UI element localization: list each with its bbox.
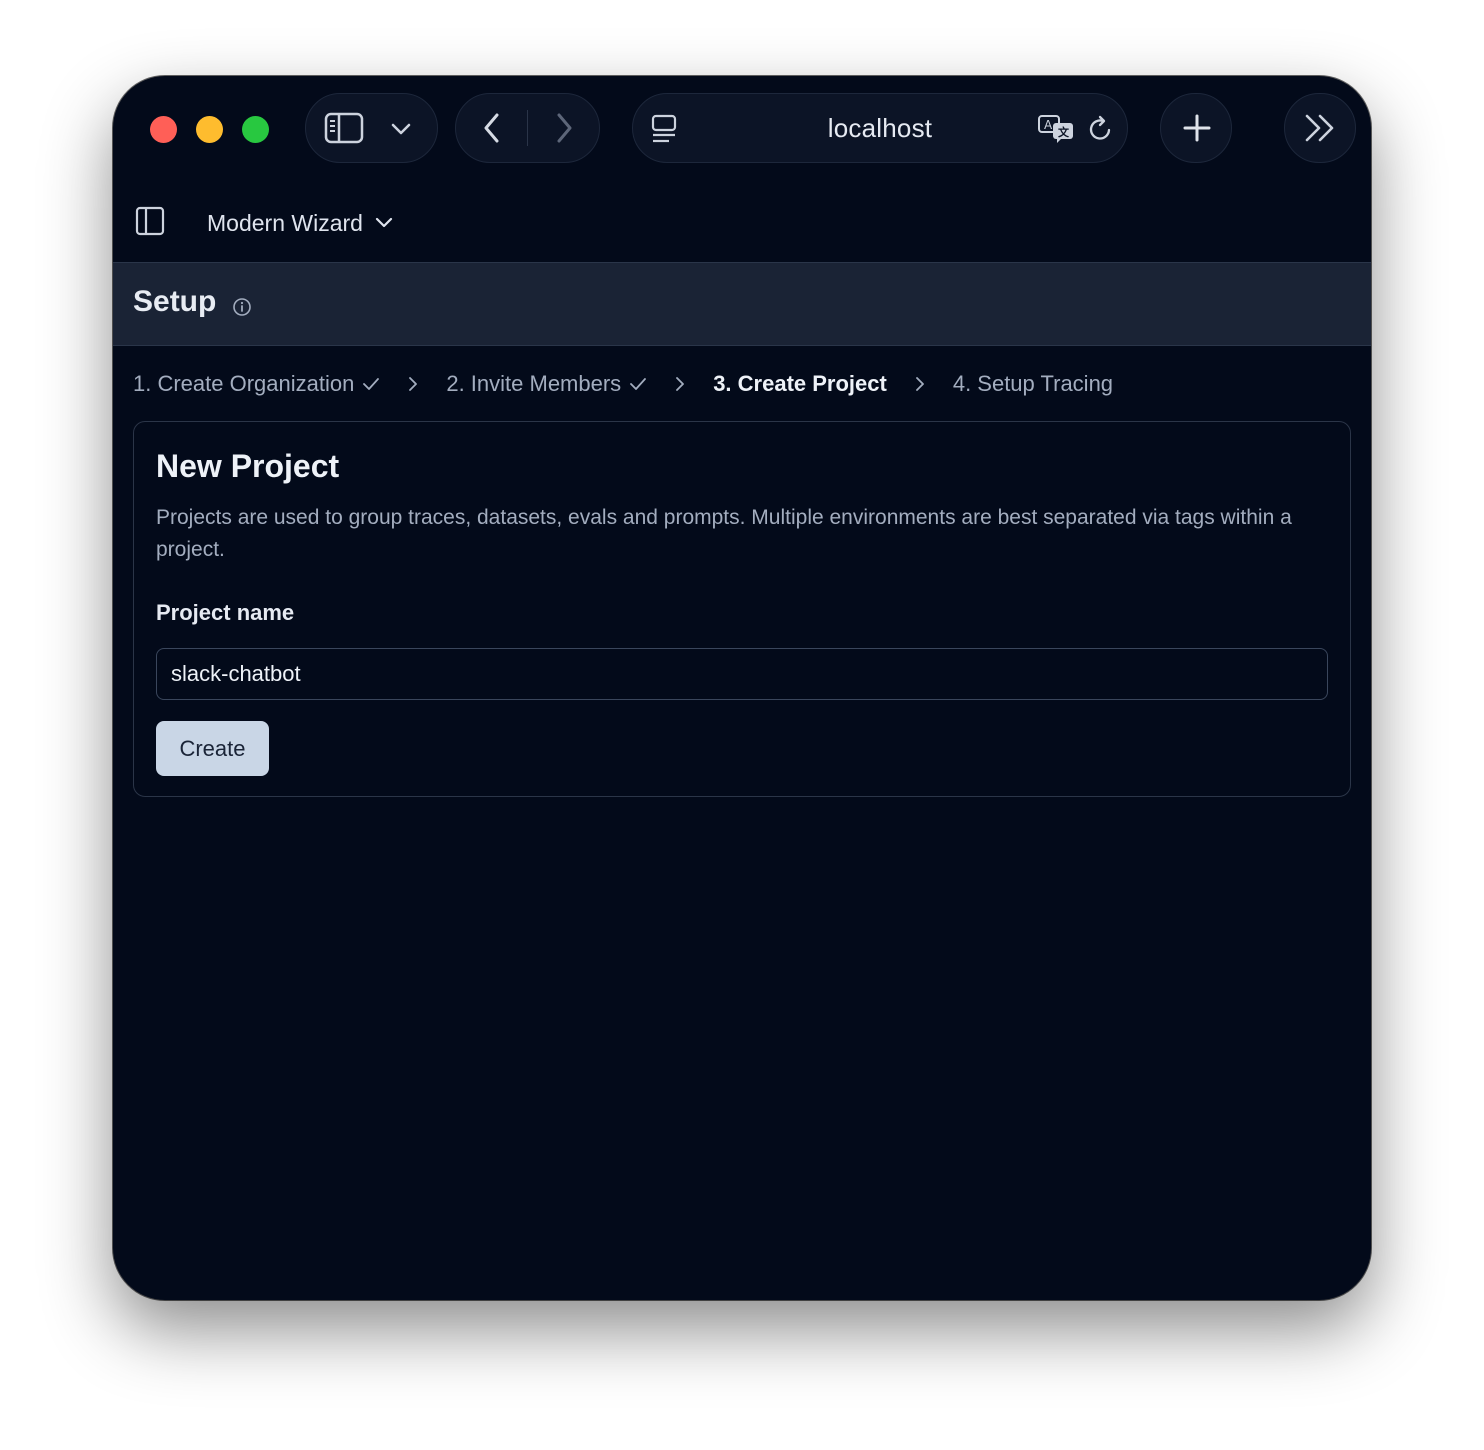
page-title: Setup [133, 285, 217, 318]
new-tab-icon-wrap [1179, 110, 1215, 146]
navigation-group [455, 93, 600, 163]
forward-icon [557, 113, 572, 143]
step-label: 1. Create Organization [133, 371, 355, 396]
step-create-organization[interactable]: 1. Create Organization [133, 371, 380, 397]
reload-icon [1089, 115, 1111, 140]
app-header: Modern Wizard [113, 186, 1371, 262]
reload-button[interactable] [1085, 112, 1117, 146]
zoom-window-button[interactable] [242, 116, 269, 143]
new-tab-button[interactable] [1160, 93, 1232, 163]
app-sidebar-toggle[interactable] [133, 204, 167, 238]
workspace-switcher[interactable]: Modern Wizard [207, 206, 393, 240]
step-create-project[interactable]: 3. Create Project [713, 371, 887, 397]
back-button[interactable] [474, 110, 510, 146]
step-label: 3. Create Project [713, 371, 887, 396]
back-icon [484, 113, 499, 143]
create-button[interactable]: Create [156, 721, 269, 776]
double-chevron-right-icon [1305, 114, 1334, 142]
chevron-down-icon [375, 217, 393, 228]
translate-icon: A 文 [1038, 115, 1073, 143]
step-setup-tracing[interactable]: 4. Setup Tracing [953, 371, 1113, 397]
browser-window: localhost A 文 Modern Wizard Setup 1. Cre… [113, 76, 1371, 1300]
svg-text:文: 文 [1058, 125, 1070, 139]
sidebar-icon [324, 112, 364, 144]
tab-groups-dropdown[interactable] [386, 114, 416, 144]
tab-overview-icon-wrap [1301, 110, 1341, 146]
project-name-label: Project name [156, 600, 295, 625]
workspace-name: Modern Wizard [207, 209, 363, 236]
setup-steps: 1. Create Organization 2. Invite Members… [133, 366, 1113, 402]
forward-button[interactable] [546, 110, 582, 146]
address-bar[interactable]: localhost A 文 [632, 93, 1128, 163]
step-separator [675, 376, 685, 392]
sidebar-toggle-group [305, 93, 438, 163]
nav-divider [527, 110, 528, 146]
step-separator [915, 376, 925, 392]
chevron-down-icon [391, 123, 411, 135]
svg-text:A: A [1044, 118, 1053, 132]
chevron-right-icon [915, 377, 924, 391]
tab-overview-button[interactable] [1284, 93, 1356, 163]
plus-icon [1183, 114, 1211, 142]
sidebar-icon [135, 206, 165, 236]
check-icon [630, 378, 647, 390]
sidebar-toggle-button[interactable] [322, 108, 366, 148]
step-label: 4. Setup Tracing [952, 371, 1114, 396]
check-icon [363, 378, 380, 390]
chevron-right-icon [409, 377, 418, 391]
step-separator [408, 376, 418, 392]
card-description: Projects are used to group traces, datas… [156, 506, 1292, 561]
card-title: New Project [156, 448, 340, 484]
page-header: Setup [113, 262, 1371, 346]
new-project-card: New Project Projects are used to group t… [133, 421, 1351, 797]
close-window-button[interactable] [150, 116, 177, 143]
chevron-right-icon [676, 377, 685, 391]
browser-toolbar: localhost A 文 [113, 76, 1371, 186]
translate-button[interactable]: A 文 [1037, 112, 1077, 146]
info-icon [233, 298, 251, 316]
step-invite-members[interactable]: 2. Invite Members [446, 371, 647, 397]
project-name-input[interactable] [156, 648, 1328, 700]
page-info-button[interactable] [231, 296, 253, 318]
minimize-window-button[interactable] [196, 116, 223, 143]
step-label: 2. Invite Members [446, 371, 622, 396]
